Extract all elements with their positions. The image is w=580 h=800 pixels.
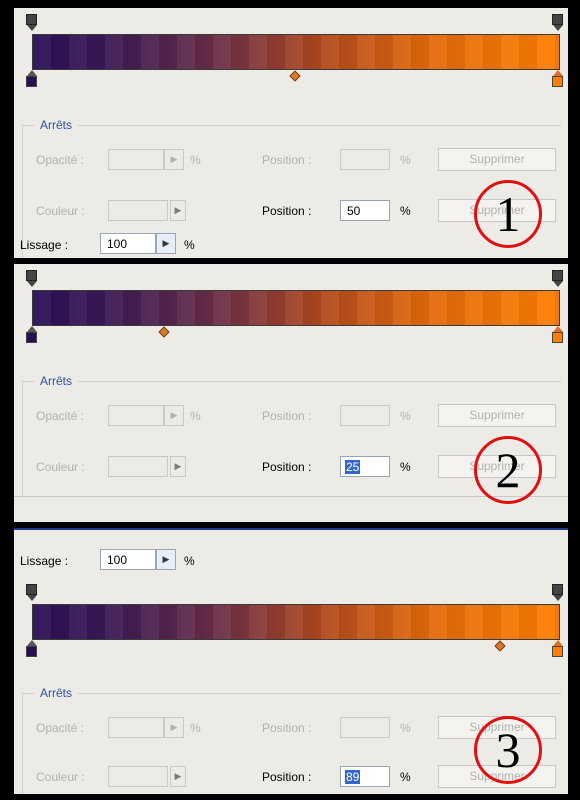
color-stop-right[interactable] <box>552 326 563 344</box>
color-swatch[interactable] <box>108 456 168 477</box>
opacity-field[interactable] <box>108 405 164 426</box>
group-title: Arrêts <box>34 686 79 700</box>
smoothing-slider-arrow-icon[interactable]: ▶ <box>156 549 176 570</box>
smoothing-label: Lissage : <box>20 238 69 252</box>
color-position-field[interactable]: 50 <box>340 200 390 221</box>
color-position-percent: % <box>400 770 411 784</box>
opacity-slider-arrow-icon[interactable]: ▶ <box>164 717 184 738</box>
gradient-editor-panel-1: Arrêts Opacité : ▶ % Position : % Suppri… <box>14 8 568 258</box>
step-number-badge: 1 <box>474 180 542 248</box>
opacity-stop-right[interactable] <box>552 270 563 288</box>
group-title: Arrêts <box>34 118 79 132</box>
selected-text: 25 <box>345 460 361 474</box>
color-swatch-arrow-icon[interactable]: ▶ <box>170 200 186 221</box>
color-position-field[interactable]: 89 <box>340 766 390 787</box>
gradient-bar[interactable] <box>32 290 560 326</box>
color-stop-right[interactable] <box>552 70 563 88</box>
midpoint-diamond[interactable] <box>157 326 170 338</box>
opacity-stop-left[interactable] <box>26 584 37 602</box>
color-position-label: Position : <box>262 460 312 474</box>
color-swatch[interactable] <box>108 766 168 787</box>
color-stop-left[interactable] <box>26 640 37 658</box>
gradient-bar[interactable] <box>32 34 560 70</box>
color-stop-right[interactable] <box>552 640 563 658</box>
opacity-stop-right[interactable] <box>552 584 563 602</box>
opacity-field[interactable] <box>108 717 164 738</box>
opacity-position-percent: % <box>400 409 411 423</box>
color-stop-left[interactable] <box>26 70 37 88</box>
opacity-position-label: Position : <box>262 153 312 167</box>
opacity-position-field[interactable] <box>340 405 390 426</box>
color-position-percent: % <box>400 460 411 474</box>
opacity-slider-arrow-icon[interactable]: ▶ <box>164 405 184 426</box>
midpoint-diamond[interactable] <box>289 70 301 82</box>
color-position-percent: % <box>400 204 411 218</box>
color-position-field[interactable]: 25 <box>340 456 390 477</box>
gradient-bar[interactable] <box>32 604 560 640</box>
smoothing-field[interactable]: 100 <box>100 233 156 254</box>
opacity-position-percent: % <box>400 153 411 167</box>
opacity-label: Opacité : <box>36 153 85 167</box>
color-label: Couleur : <box>36 460 85 474</box>
opacity-percent-sign: % <box>190 153 201 167</box>
opacity-stop-left[interactable] <box>26 270 37 288</box>
color-swatch-arrow-icon[interactable]: ▶ <box>170 456 186 477</box>
smoothing-slider-arrow-icon[interactable]: ▶ <box>156 233 176 254</box>
delete-opacity-stop-button[interactable]: Supprimer <box>438 148 556 171</box>
color-swatch[interactable] <box>108 200 168 221</box>
delete-opacity-stop-button[interactable]: Supprimer <box>438 404 556 427</box>
smoothing-percent-sign: % <box>184 238 195 252</box>
opacity-position-field[interactable] <box>340 717 390 738</box>
smoothing-label: Lissage : <box>20 554 69 568</box>
opacity-stop-right[interactable] <box>552 14 563 32</box>
selected-text: 89 <box>345 770 361 784</box>
step-number-badge: 3 <box>474 716 542 784</box>
smoothing-field[interactable]: 100 <box>100 549 156 570</box>
step-number-badge: 2 <box>474 436 542 504</box>
gradient-editor-panel-3: Lissage : 100 ▶ % Arrêts Opacité : ▶ % P… <box>14 528 568 794</box>
opacity-position-percent: % <box>400 721 411 735</box>
opacity-label: Opacité : <box>36 409 85 423</box>
opacity-slider-arrow-icon[interactable]: ▶ <box>164 149 184 170</box>
color-label: Couleur : <box>36 770 85 784</box>
midpoint-diamond[interactable] <box>494 640 506 652</box>
opacity-percent-sign: % <box>190 721 201 735</box>
opacity-position-label: Position : <box>262 409 312 423</box>
gradient-editor-panel-2: Arrêts Opacité : ▶ % Position : % Suppri… <box>14 264 568 522</box>
group-title: Arrêts <box>34 374 79 388</box>
color-stop-left[interactable] <box>26 326 37 344</box>
opacity-stop-left[interactable] <box>26 14 37 32</box>
opacity-label: Opacité : <box>36 721 85 735</box>
color-label: Couleur : <box>36 204 85 218</box>
color-swatch-arrow-icon[interactable]: ▶ <box>170 766 186 787</box>
divider <box>14 496 568 497</box>
opacity-field[interactable] <box>108 149 164 170</box>
opacity-percent-sign: % <box>190 409 201 423</box>
color-position-label: Position : <box>262 204 312 218</box>
smoothing-percent-sign: % <box>184 554 195 568</box>
color-position-label: Position : <box>262 770 312 784</box>
opacity-position-label: Position : <box>262 721 312 735</box>
opacity-position-field[interactable] <box>340 149 390 170</box>
